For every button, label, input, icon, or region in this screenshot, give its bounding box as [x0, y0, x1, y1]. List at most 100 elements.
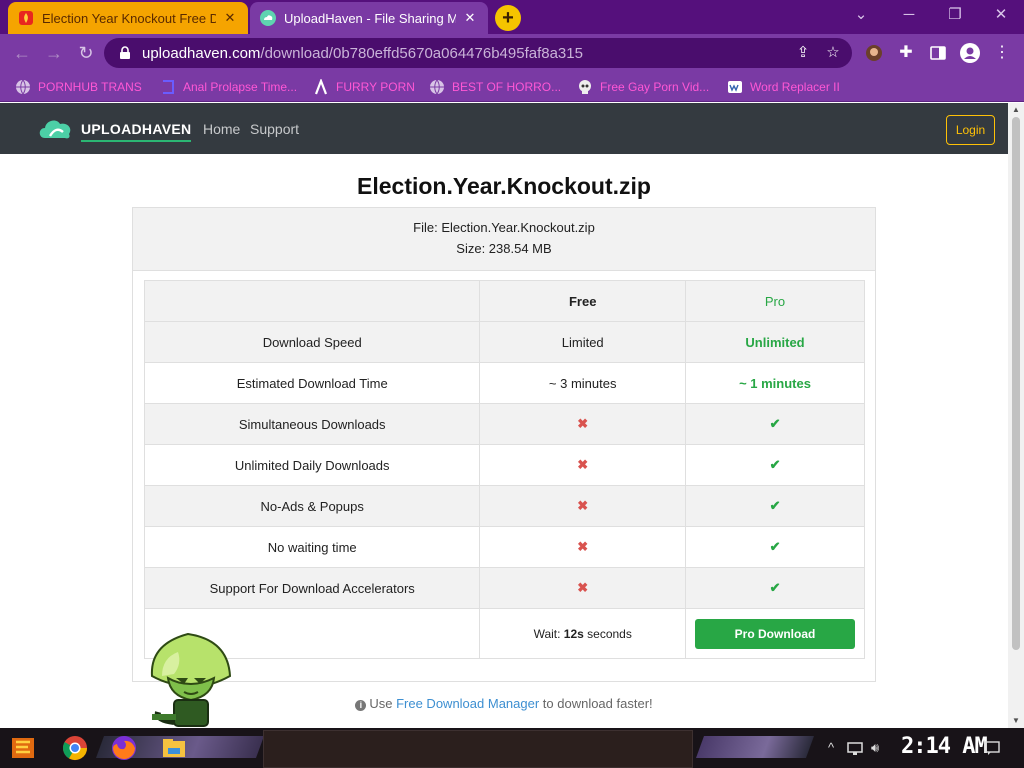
- nav-home-link[interactable]: Home: [203, 121, 240, 137]
- new-tab-button[interactable]: +: [495, 5, 521, 31]
- table-row: No-Ads & Popups ✖ ✔: [143, 485, 865, 527]
- forward-arrow-icon[interactable]: →: [42, 41, 66, 65]
- table-row: Estimated Download Time ~ 3 minutes ~ 1 …: [143, 362, 865, 404]
- scroll-up-arrow-icon[interactable]: ▲: [1008, 103, 1024, 117]
- wait-prefix: Wait:: [533, 626, 564, 641]
- bookmark-star-icon[interactable]: ☆: [824, 44, 842, 62]
- share-icon[interactable]: ⇪: [794, 44, 812, 62]
- bookmark-label: FURRY PORN: [336, 80, 415, 94]
- table-row: No waiting time ✖ ✔: [143, 526, 865, 568]
- bookmark-item[interactable]: FURRY PORN: [313, 78, 415, 96]
- tip-prefix: Use: [369, 696, 397, 711]
- file-explorer-icon[interactable]: [160, 734, 188, 762]
- cross-icon: ✖: [577, 457, 589, 472]
- download-card: File: Election.Year.Knockout.zip Size: 2…: [132, 207, 876, 682]
- pro-value-cell: Unlimited: [685, 321, 865, 363]
- table-row: Simultaneous Downloads ✖ ✔: [143, 403, 865, 445]
- start-button-icon[interactable]: [10, 734, 38, 762]
- chrome-icon[interactable]: [61, 734, 89, 762]
- close-tab-icon[interactable]: ✕: [222, 10, 238, 26]
- file-name-line: File: Election.Year.Knockout.zip: [413, 220, 595, 235]
- profile-avatar-icon[interactable]: [960, 43, 980, 63]
- tab-strip: Election Year Knockout Free D ✕ UploadHa…: [0, 0, 1024, 34]
- bookmark-item[interactable]: BEST OF HORRO...: [429, 78, 561, 96]
- lock-icon: [120, 46, 130, 59]
- empty-header-cell: [143, 280, 481, 322]
- bookmarks-bar: PORNHUB TRANS Anal Prolapse Time... FURR…: [0, 72, 1024, 102]
- page-title: Election.Year.Knockout.zip: [357, 173, 651, 199]
- pro-value-cell: ~ 1 minutes: [685, 362, 865, 404]
- tab-uploadhaven[interactable]: UploadHaven - File Sharing Ma ✕: [250, 2, 488, 34]
- scroll-down-arrow-icon[interactable]: ▼: [1008, 714, 1024, 728]
- free-value-cell: ✖: [479, 403, 687, 445]
- bookmark-label: Free Gay Porn Vid...: [600, 80, 710, 94]
- bookmark-label: Word Replacer II: [750, 80, 840, 94]
- minimize-icon[interactable]: ─: [886, 0, 932, 30]
- free-value-cell: ✖: [479, 526, 687, 568]
- firefox-icon[interactable]: [110, 734, 138, 762]
- free-value-cell: Limited: [479, 321, 687, 363]
- scrollbar-thumb[interactable]: [1012, 117, 1020, 650]
- free-download-manager-link[interactable]: Free Download Manager: [396, 696, 539, 711]
- login-button[interactable]: Login: [946, 115, 995, 145]
- bookmark-label: BEST OF HORRO...: [452, 80, 562, 94]
- feature-cell: Support For Download Accelerators: [143, 567, 481, 609]
- page-scrollbar[interactable]: ▲ ▼: [1008, 103, 1024, 728]
- bookmark-item[interactable]: Anal Prolapse Time...: [160, 78, 297, 96]
- close-window-icon[interactable]: ✕: [978, 0, 1024, 30]
- flame-favicon-icon: [19, 11, 33, 25]
- free-value-cell: ✖: [479, 485, 687, 527]
- tab-search-chevron-icon[interactable]: ⌄: [838, 0, 884, 30]
- free-column-header: Free: [479, 280, 687, 322]
- nav-support-link[interactable]: Support: [250, 121, 299, 137]
- bookmark-item[interactable]: Free Gay Porn Vid...: [577, 78, 709, 96]
- word-replacer-icon: [728, 81, 742, 93]
- wait-countdown: Wait: 12s seconds: [479, 608, 687, 659]
- check-icon: ✔: [769, 580, 781, 595]
- pro-column-header: Pro: [685, 280, 865, 322]
- bookmark-label: Anal Prolapse Time...: [183, 80, 298, 94]
- file-info-header: File: Election.Year.Knockout.zip Size: 2…: [133, 208, 875, 271]
- table-row: Unlimited Daily Downloads ✖ ✔: [143, 444, 865, 486]
- pro-download-button[interactable]: Pro Download: [695, 618, 856, 649]
- reload-icon[interactable]: ↻: [74, 41, 98, 65]
- check-icon: ✔: [769, 416, 781, 431]
- plan-comparison-table: Free Pro Download Speed Limited Unlimite…: [143, 280, 865, 659]
- notification-icon[interactable]: [984, 740, 1000, 756]
- cross-icon: ✖: [577, 580, 589, 595]
- extension-avatar-icon[interactable]: [864, 43, 884, 63]
- bracket-icon: [163, 80, 174, 94]
- feature-cell: No waiting time: [143, 526, 481, 568]
- pro-value-cell: ✔: [685, 444, 865, 486]
- cross-icon: ✖: [577, 498, 589, 513]
- back-arrow-icon[interactable]: ←: [10, 41, 34, 65]
- extensions-puzzle-icon[interactable]: ✚: [896, 43, 916, 63]
- tray-chevron-icon[interactable]: ^: [828, 740, 834, 755]
- wait-seconds-value: 12s: [563, 626, 584, 641]
- bookmark-item[interactable]: Word Replacer II: [727, 78, 840, 96]
- tab-title: UploadHaven - File Sharing Ma: [284, 10, 456, 26]
- check-icon: ✔: [769, 457, 781, 472]
- table-header-row: Free Pro: [143, 280, 865, 322]
- url-host: uploadhaven.com: [142, 44, 261, 62]
- bookmark-item[interactable]: PORNHUB TRANS: [15, 78, 142, 96]
- browser-toolbar: ← → ↻ uploadhaven.com/download/0b780effd…: [0, 34, 1024, 72]
- pro-value-cell: ✔: [685, 567, 865, 609]
- taskbar-clock[interactable]: 2:14 AM: [901, 734, 988, 759]
- side-panel-icon[interactable]: [928, 43, 948, 63]
- restore-icon[interactable]: ❐: [932, 0, 978, 30]
- close-tab-icon[interactable]: ✕: [462, 10, 478, 26]
- taskbar-window-preview[interactable]: [263, 730, 693, 768]
- site-logo[interactable]: UPLOADHAVEN: [37, 112, 192, 144]
- skull-icon: [579, 80, 591, 94]
- volume-icon[interactable]: 🔊︎: [871, 740, 879, 756]
- network-icon[interactable]: [847, 740, 863, 756]
- table-row: Download Speed Limited Unlimited: [143, 321, 865, 363]
- tab-election-year[interactable]: Election Year Knockout Free D ✕: [8, 2, 248, 34]
- lambda-icon: [314, 79, 328, 95]
- pro-value-cell: ✔: [685, 526, 865, 568]
- menu-dots-icon[interactable]: ⋮: [992, 43, 1012, 63]
- cross-icon: ✖: [577, 539, 589, 554]
- address-bar[interactable]: uploadhaven.com/download/0b780effd5670a0…: [104, 38, 852, 68]
- free-value-cell: ✖: [479, 444, 687, 486]
